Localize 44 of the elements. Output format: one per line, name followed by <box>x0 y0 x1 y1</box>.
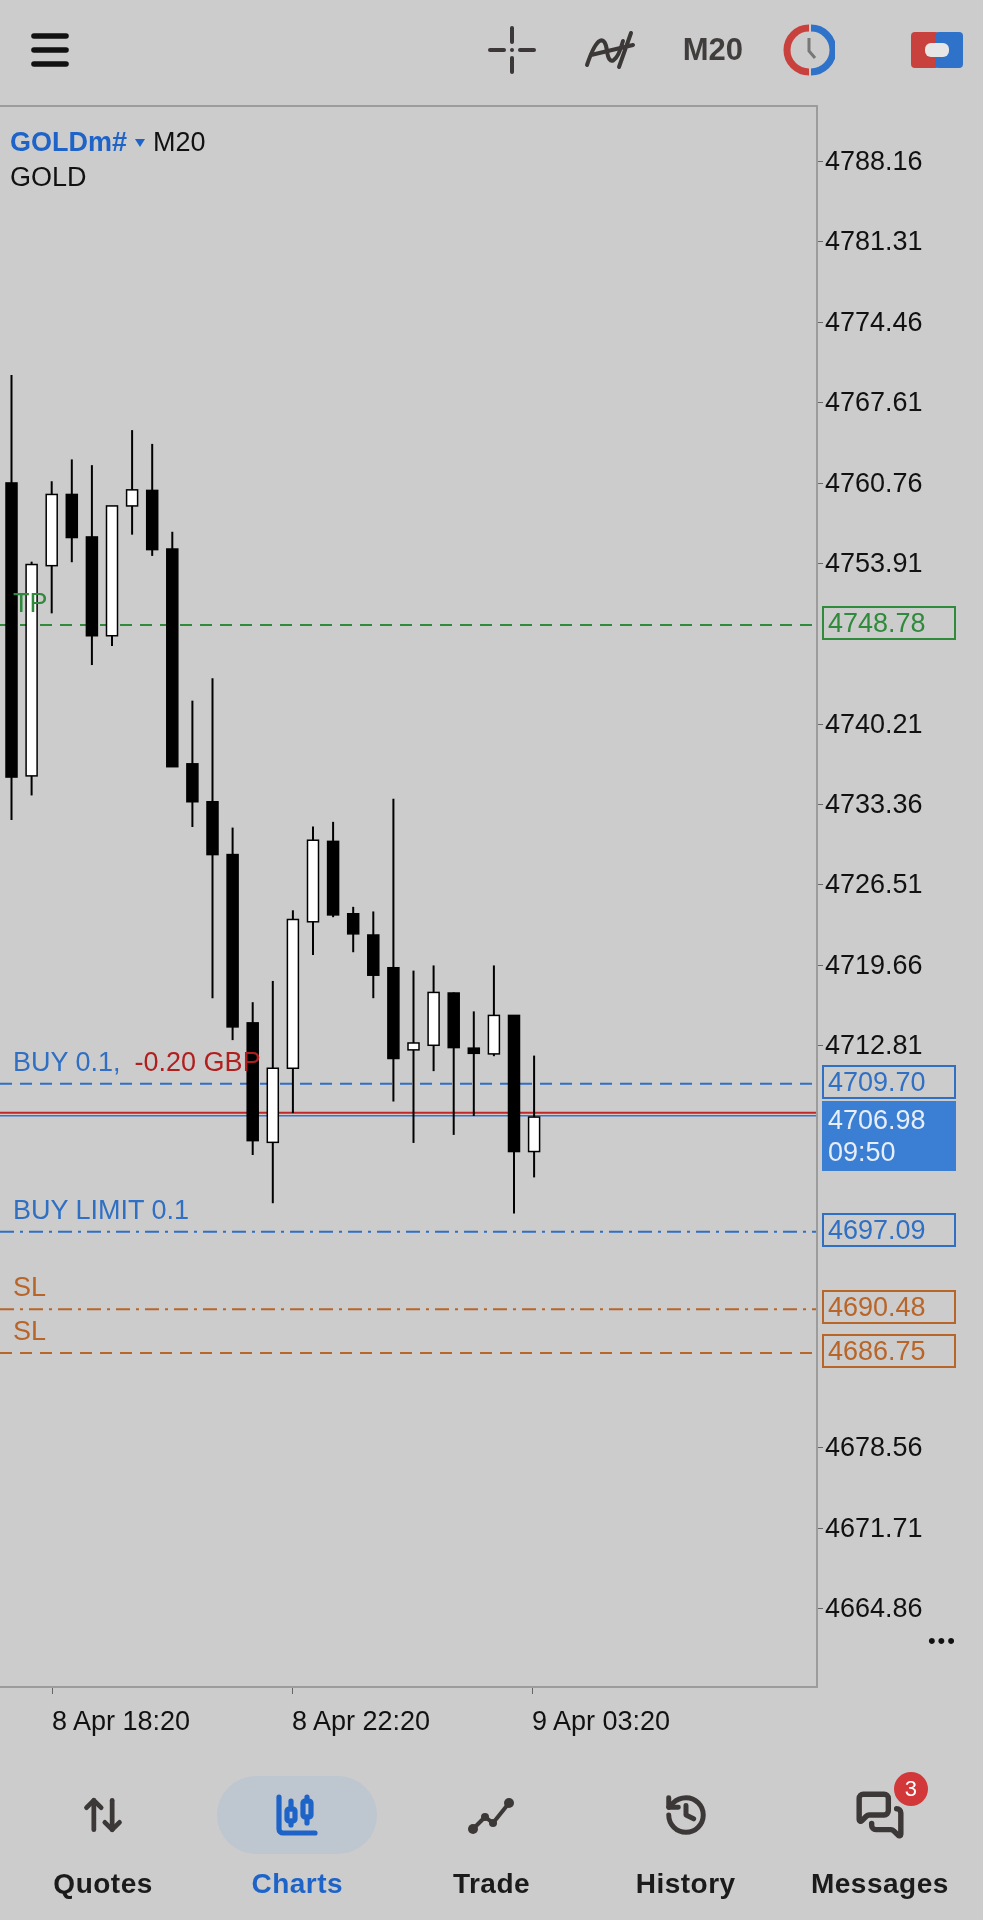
time-label: 8 Apr 18:20 <box>52 1706 191 1737</box>
nav-tab[interactable]: Trade <box>394 1760 589 1920</box>
candle <box>346 905 360 954</box>
symbol-description: GOLD <box>10 162 88 193</box>
level-price: 4748.78 <box>822 606 956 641</box>
nav-tab[interactable]: Charts <box>200 1760 395 1920</box>
level-price: 4690.48 <box>822 1290 956 1325</box>
caret-icon <box>135 138 146 147</box>
price-label: 4678.56 <box>825 1433 923 1461</box>
price-label: 4788.16 <box>825 147 923 175</box>
time-label: 8 Apr 22:20 <box>292 1706 431 1737</box>
chart-timeframe: M20 <box>153 127 206 158</box>
price-label: 4774.46 <box>825 308 923 336</box>
bid-price: 4706.98 <box>828 1104 927 1135</box>
level-price: 4697.09 <box>822 1212 956 1247</box>
trend-line-icon <box>466 1795 517 1835</box>
account-switch-icon[interactable] <box>911 32 963 68</box>
level-label: BUY LIMIT 0.1 <box>13 1196 190 1224</box>
level-price: 4709.70 <box>822 1064 956 1099</box>
bar-countdown: 09:50 <box>828 1136 897 1167</box>
level-label: SL <box>13 1318 47 1346</box>
symbol-selector[interactable]: GOLDm# <box>10 127 128 158</box>
price-label: 4733.36 <box>825 790 923 818</box>
price-label: 4740.21 <box>825 710 923 738</box>
nav-tab[interactable]: Quotes <box>6 1760 201 1920</box>
more-button[interactable]: ••• <box>927 1628 957 1654</box>
price-label: 4712.81 <box>825 1031 923 1059</box>
price-label: 4767.61 <box>825 388 923 416</box>
level-label: SL <box>13 1274 47 1302</box>
level-price: 4686.75 <box>822 1334 956 1369</box>
clock-icon[interactable] <box>783 24 835 76</box>
nav-tab[interactable]: 3 Messages <box>782 1760 977 1920</box>
price-label: 4760.76 <box>825 469 923 497</box>
messages-icon <box>854 1790 905 1840</box>
price-label: 4781.31 <box>825 227 923 255</box>
price-label: 4753.91 <box>825 549 923 577</box>
time-label: 9 Apr 03:20 <box>532 1706 671 1737</box>
price-label: 4664.86 <box>825 1594 923 1622</box>
notification-badge: 3 <box>893 1772 928 1806</box>
nav-tab[interactable]: History <box>588 1760 783 1920</box>
timeframe-button[interactable]: M20 <box>678 32 747 68</box>
price-label: 4719.66 <box>825 951 923 979</box>
price-label: 4726.51 <box>825 870 923 898</box>
price-label: 4671.71 <box>825 1514 923 1542</box>
